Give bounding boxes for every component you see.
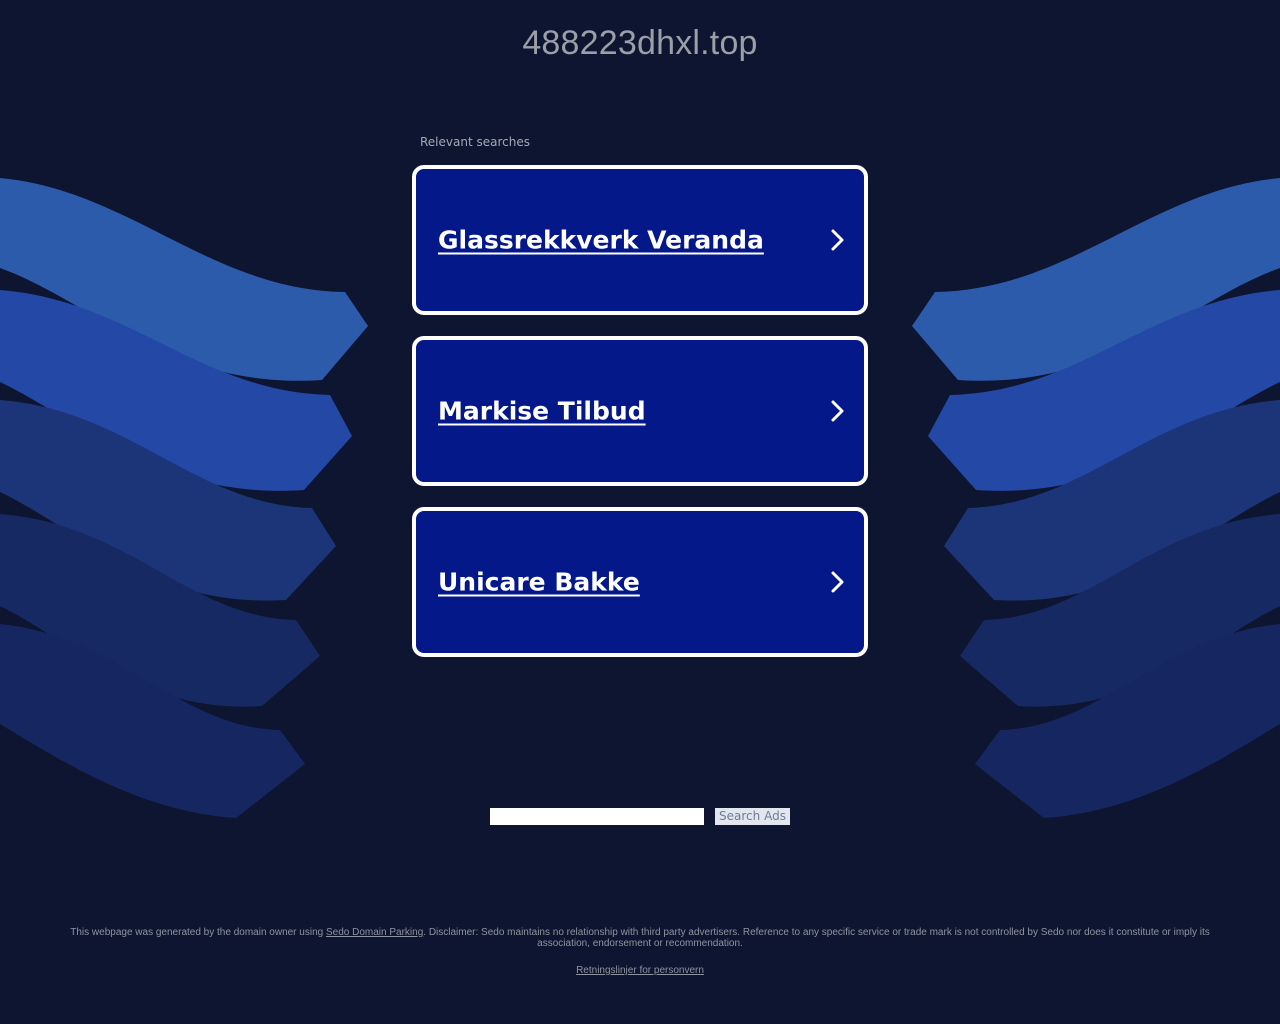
- relevant-searches-label: Relevant searches: [420, 135, 530, 149]
- search-result-link[interactable]: Unicare Bakke: [438, 568, 640, 597]
- sedo-parking-link[interactable]: Sedo Domain Parking: [326, 927, 423, 938]
- chevron-right-icon: [831, 400, 844, 422]
- search-result-card[interactable]: Unicare Bakke: [412, 507, 868, 657]
- domain-title: 488223dhxl.top: [522, 24, 758, 62]
- parking-page: 488223dhxl.top Relevant searches Glassre…: [0, 0, 1280, 1024]
- search-result-card[interactable]: Glassrekkverk Veranda: [412, 165, 868, 315]
- chevron-right-icon: [831, 229, 844, 251]
- footer-prefix: This webpage was generated by the domain…: [70, 927, 326, 938]
- search-result-link[interactable]: Markise Tilbud: [438, 397, 646, 426]
- left-waves: [0, 178, 368, 818]
- privacy-section: Retningslinjer for personvern: [0, 965, 1280, 976]
- search-result-card[interactable]: Markise Tilbud: [412, 336, 868, 486]
- search-result-link[interactable]: Glassrekkverk Veranda: [438, 226, 764, 255]
- search-ads-button[interactable]: Search Ads: [715, 808, 790, 825]
- search-input[interactable]: [490, 808, 704, 825]
- chevron-right-icon: [831, 571, 844, 593]
- footer-disclaimer-text: . Disclaimer: Sedo maintains no relation…: [423, 927, 1210, 949]
- footer-disclaimer: This webpage was generated by the domain…: [60, 927, 1220, 949]
- right-waves: [912, 178, 1280, 818]
- privacy-policy-link[interactable]: Retningslinjer for personvern: [576, 965, 704, 976]
